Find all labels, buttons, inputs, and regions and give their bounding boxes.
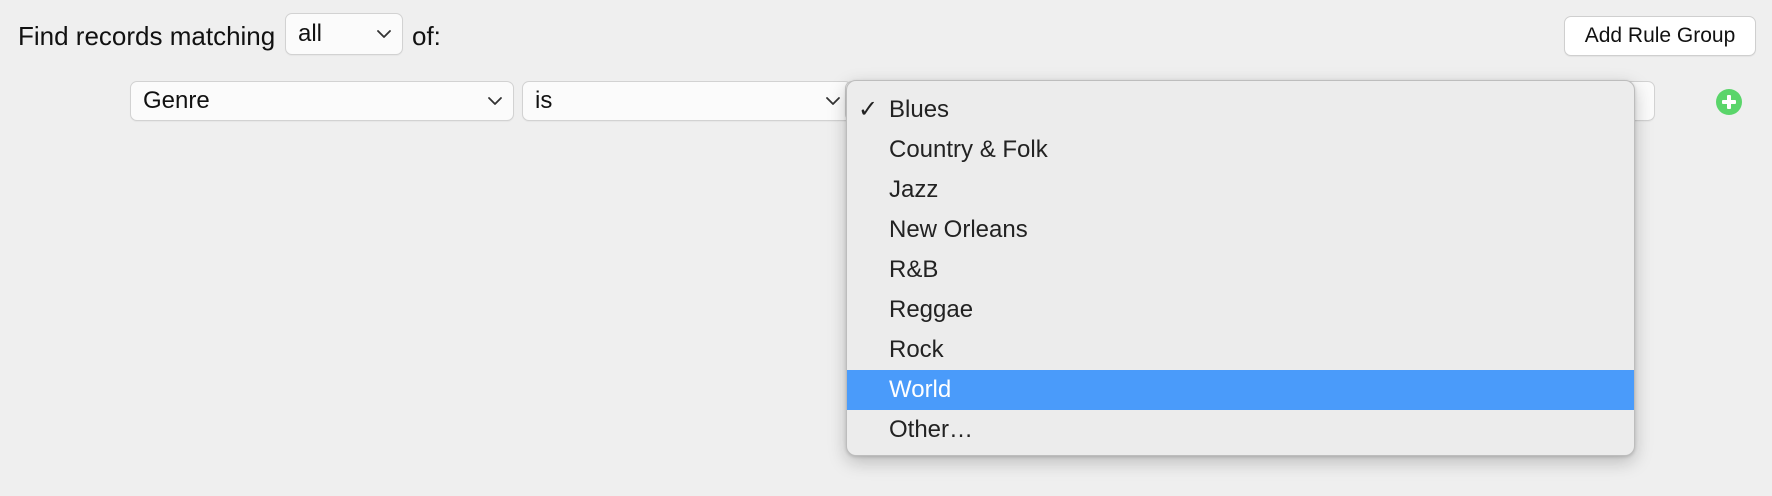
field-select-value: Genre	[143, 87, 210, 114]
dropdown-item-rnb[interactable]: R&B	[847, 250, 1634, 290]
operator-select-value: is	[535, 87, 553, 114]
dropdown-item-label: Reggae	[889, 296, 974, 323]
match-mode-value: all	[298, 20, 323, 47]
dropdown-item-label: New Orleans	[889, 216, 1028, 243]
chevron-down-icon	[488, 97, 502, 105]
dropdown-item-label: Rock	[889, 336, 944, 363]
dropdown-item-rock[interactable]: Rock	[847, 330, 1634, 370]
dropdown-item-label: World	[889, 376, 952, 403]
dropdown-item-label: Country & Folk	[889, 136, 1048, 163]
find-records-label: Find records matching	[18, 21, 276, 51]
dropdown-item-label: Blues	[889, 96, 950, 123]
field-select[interactable]: Genre	[130, 81, 514, 121]
dropdown-item-jazz[interactable]: Jazz	[847, 170, 1634, 210]
operator-select[interactable]: is	[522, 81, 852, 121]
dropdown-item-country-folk[interactable]: Country & Folk	[847, 130, 1634, 170]
dropdown-item-blues[interactable]: ✓ Blues	[847, 90, 1634, 130]
match-mode-select[interactable]: all	[285, 13, 403, 55]
dropdown-item-other[interactable]: Other…	[847, 410, 1634, 450]
checkmark-icon: ✓	[857, 96, 879, 123]
of-label: of:	[412, 21, 441, 51]
dropdown-item-label: R&B	[889, 256, 939, 283]
plus-circle-icon[interactable]	[1715, 88, 1743, 116]
add-rule-group-button[interactable]: Add Rule Group	[1564, 16, 1756, 56]
dropdown-item-label: Jazz	[889, 176, 939, 203]
chevron-down-icon	[377, 30, 391, 38]
chevron-down-icon	[826, 97, 840, 105]
dropdown-item-reggae[interactable]: Reggae	[847, 290, 1634, 330]
genre-dropdown-menu: ✓ Blues Country & Folk Jazz New Orleans …	[846, 80, 1635, 456]
smart-filter-editor: Find records matching all of: Add Rule G…	[0, 0, 1772, 496]
dropdown-item-world[interactable]: World	[847, 370, 1634, 410]
dropdown-item-new-orleans[interactable]: New Orleans	[847, 210, 1634, 250]
dropdown-item-label: Other…	[889, 416, 974, 443]
